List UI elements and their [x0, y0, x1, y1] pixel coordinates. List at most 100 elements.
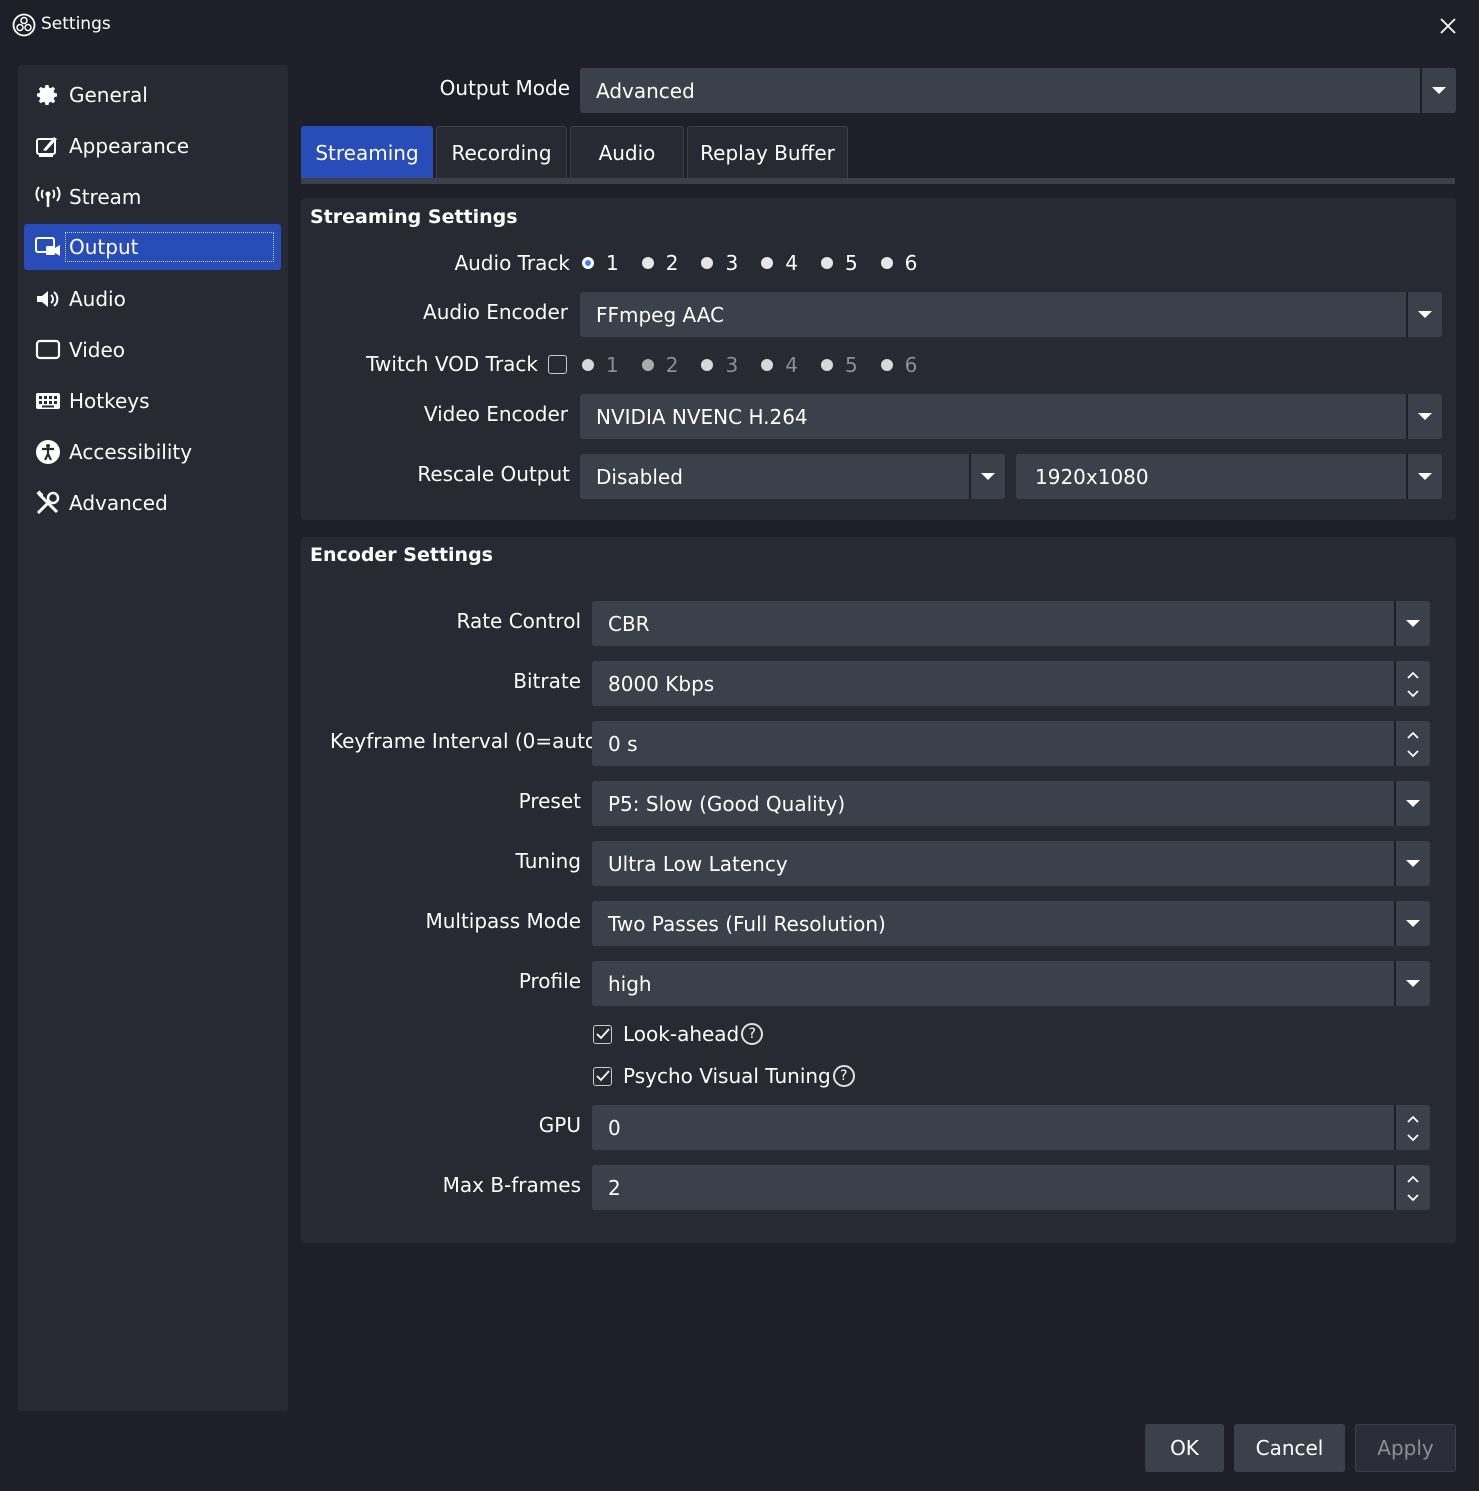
help-icon[interactable]: ?: [741, 1023, 764, 1045]
audio-track-radios: 1 2 3 4 5 6: [582, 251, 940, 275]
gpu-label: GPU: [538, 1113, 581, 1137]
spin-arrows-icon[interactable]: [1394, 1105, 1430, 1150]
video-encoder-select[interactable]: NVIDIA NVENC H.264: [580, 394, 1442, 439]
audio-track-radio-2[interactable]: [641, 257, 654, 269]
multipass-select[interactable]: Two Passes (Full Resolution): [592, 901, 1430, 946]
preset-value: P5: Slow (Good Quality): [608, 791, 846, 816]
sidebar-item-audio[interactable]: Audio: [24, 276, 281, 322]
sidebar-item-video[interactable]: Video: [24, 327, 281, 373]
audio-encoder-select[interactable]: FFmpeg AAC: [580, 292, 1442, 337]
audio-track-label: Audio Track: [454, 251, 570, 275]
sidebar-item-general[interactable]: General: [24, 72, 281, 118]
twitch-vod-checkbox[interactable]: [548, 355, 567, 374]
sidebar-item-accessibility[interactable]: Accessibility: [24, 429, 281, 475]
twitch-vod-radio-6[interactable]: [880, 359, 893, 371]
gpu-spinbox[interactable]: 0: [592, 1105, 1430, 1150]
profile-label: Profile: [518, 969, 581, 993]
keyframe-spinbox[interactable]: 0 s: [592, 721, 1430, 766]
antenna-icon: [35, 184, 61, 210]
rescale-output-select[interactable]: Disabled: [580, 454, 1005, 499]
multipass-value: Two Passes (Full Resolution): [608, 911, 886, 936]
sidebar-item-advanced[interactable]: Advanced: [24, 480, 281, 526]
appearance-icon: [35, 133, 61, 159]
ok-button[interactable]: OK: [1145, 1424, 1224, 1472]
tab-audio[interactable]: Audio: [570, 126, 684, 179]
output-mode-select[interactable]: Advanced: [580, 68, 1456, 113]
keyframe-value: 0 s: [608, 731, 638, 756]
encoder-settings-title: Encoder Settings: [310, 544, 493, 566]
help-icon[interactable]: ?: [832, 1065, 855, 1087]
rate-control-value: CBR: [608, 611, 650, 636]
twitch-vod-radio-5[interactable]: [820, 359, 833, 371]
output-icon: [35, 234, 61, 260]
speaker-icon: [35, 286, 61, 312]
tuning-label: Tuning: [515, 849, 581, 873]
spin-arrows-icon[interactable]: [1394, 721, 1430, 766]
profile-select[interactable]: high: [592, 961, 1430, 1006]
sidebar-item-appearance[interactable]: Appearance: [24, 123, 281, 169]
twitch-vod-radio-1[interactable]: [582, 359, 594, 371]
lookahead-label: Look-ahead: [623, 1022, 740, 1046]
twitch-vod-radio-2[interactable]: [641, 359, 654, 371]
sidebar-item-hotkeys[interactable]: Hotkeys: [24, 378, 281, 424]
sidebar-item-output[interactable]: Output: [24, 224, 281, 270]
psycho-visual-row[interactable]: Psycho Visual Tuning ?: [593, 1064, 855, 1088]
output-mode-label: Output Mode: [439, 76, 570, 100]
title-bar: [0, 0, 1479, 50]
tuning-select[interactable]: Ultra Low Latency: [592, 841, 1430, 886]
spin-arrows-icon[interactable]: [1394, 661, 1430, 706]
monitor-icon: [35, 337, 61, 363]
apply-button[interactable]: Apply: [1355, 1424, 1456, 1472]
bitrate-spinbox[interactable]: 8000 Kbps: [592, 661, 1430, 706]
audio-track-radio-6[interactable]: [880, 257, 893, 269]
keyboard-icon: [35, 388, 61, 414]
tab-recording[interactable]: Recording: [436, 126, 567, 179]
streaming-settings-title: Streaming Settings: [310, 206, 518, 228]
cancel-button[interactable]: Cancel: [1234, 1424, 1345, 1472]
twitch-vod-label: Twitch VOD Track: [366, 352, 538, 376]
preset-label: Preset: [518, 789, 581, 813]
audio-track-radio-4[interactable]: [761, 257, 774, 269]
sidebar-item-label: Appearance: [69, 134, 190, 158]
rescale-resolution-value: 1920x1080: [1035, 464, 1149, 489]
twitch-vod-radio-3[interactable]: [701, 359, 714, 371]
lookahead-checkbox[interactable]: [593, 1024, 612, 1044]
rate-control-select[interactable]: CBR: [592, 601, 1430, 646]
tab-replay-buffer[interactable]: Replay Buffer: [687, 126, 848, 179]
psycho-visual-checkbox[interactable]: [593, 1066, 612, 1086]
chevron-down-icon: [1406, 454, 1442, 499]
rescale-output-label: Rescale Output: [417, 462, 570, 486]
video-encoder-label: Video Encoder: [423, 402, 568, 426]
rescale-resolution-select[interactable]: 1920x1080: [1016, 454, 1442, 499]
audio-encoder-label: Audio Encoder: [423, 300, 568, 324]
spin-arrows-icon[interactable]: [1394, 1165, 1430, 1210]
profile-value: high: [608, 971, 652, 996]
bitrate-label: Bitrate: [513, 669, 581, 693]
chevron-down-icon: [1394, 961, 1430, 1006]
chevron-down-icon: [1420, 68, 1456, 113]
chevron-down-icon: [1406, 394, 1442, 439]
gear-icon: [35, 82, 61, 108]
output-mode-value: Advanced: [596, 78, 695, 103]
audio-encoder-value: FFmpeg AAC: [596, 302, 725, 327]
psycho-visual-label: Psycho Visual Tuning: [623, 1064, 831, 1088]
tools-icon: [35, 490, 61, 516]
sidebar-item-label: Audio: [69, 287, 126, 311]
tuning-value: Ultra Low Latency: [608, 851, 788, 876]
lookahead-row[interactable]: Look-ahead ?: [593, 1022, 764, 1046]
bframes-spinbox[interactable]: 2: [592, 1165, 1430, 1210]
audio-track-radio-1[interactable]: [582, 257, 594, 269]
audio-track-radio-3[interactable]: [701, 257, 714, 269]
preset-select[interactable]: P5: Slow (Good Quality): [592, 781, 1430, 826]
twitch-vod-radio-4[interactable]: [761, 359, 774, 371]
window-title: Settings: [41, 14, 111, 34]
chevron-down-icon: [1406, 292, 1442, 337]
audio-track-radio-5[interactable]: [820, 257, 833, 269]
bframes-label: Max B-frames: [442, 1173, 581, 1197]
sidebar-item-label: Hotkeys: [69, 389, 150, 413]
close-icon[interactable]: [1434, 12, 1462, 40]
chevron-down-icon: [1394, 841, 1430, 886]
twitch-vod-radios: 1 2 3 4 5 6: [582, 353, 940, 377]
sidebar-item-stream[interactable]: Stream: [24, 174, 281, 220]
tab-streaming[interactable]: Streaming: [301, 126, 433, 179]
